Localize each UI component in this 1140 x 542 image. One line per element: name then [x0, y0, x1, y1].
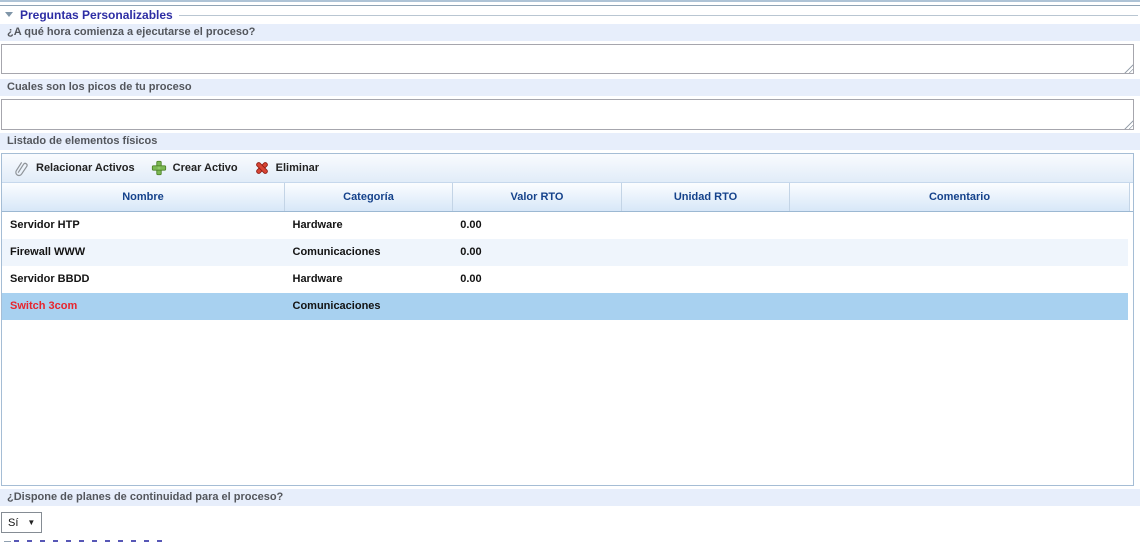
table-row[interactable]: Firewall WWWComunicaciones0.00 — [2, 239, 1128, 266]
cell-valor_rto: 0.00 — [452, 239, 621, 266]
table-row[interactable]: Servidor BBDDHardware0.00 — [2, 266, 1128, 293]
column-header-unidad-rto[interactable]: Unidad RTO — [622, 183, 790, 211]
question-label-process-peaks: Cuales son los picos de tu proceso — [0, 79, 1140, 96]
continuity-select[interactable]: Sí ▼ — [1, 512, 42, 533]
delete-x-icon — [254, 160, 270, 176]
cell-nombre: Servidor HTP — [2, 212, 285, 239]
cell-nombre: Switch 3com — [2, 293, 285, 320]
continuity-select-value: Sí — [8, 517, 18, 529]
cell-comentario — [789, 266, 1128, 293]
column-header-categoria[interactable]: Categoría — [285, 183, 453, 211]
assets-grid: Relacionar Activos Crear Activo — [1, 153, 1134, 486]
delete-label: Eliminar — [276, 162, 319, 174]
create-asset-label: Crear Activo — [173, 162, 238, 174]
grid-body: Servidor HTPHardware0.00Firewall WWWComu… — [2, 212, 1133, 485]
section-legend: Preguntas Personalizables — [0, 6, 1140, 23]
continuity-question-label: ¿Dispone de planes de continuidad para e… — [0, 489, 1140, 506]
relate-assets-button[interactable]: Relacionar Activos — [8, 158, 142, 179]
question-textarea-start-time[interactable] — [1, 44, 1134, 74]
column-header-comentario[interactable]: Comentario — [790, 183, 1130, 211]
cell-nombre: Firewall WWW — [2, 239, 285, 266]
legend-rule — [179, 15, 1138, 16]
next-section-cutoff — [0, 537, 1140, 542]
paperclip-icon — [13, 160, 30, 177]
cell-nombre: Servidor BBDD — [2, 266, 285, 293]
assets-list-label: Listado de elementos físicos — [0, 133, 1140, 150]
cell-unidad_rto — [621, 239, 789, 266]
cell-valor_rto: 0.00 — [452, 266, 621, 293]
cell-unidad_rto — [621, 293, 789, 320]
column-header-nombre[interactable]: Nombre — [2, 183, 285, 211]
cell-comentario — [789, 239, 1128, 266]
question-textarea-process-peaks[interactable] — [1, 99, 1134, 130]
question-textarea-start-time-wrap — [1, 44, 1134, 74]
cell-categoria: Comunicaciones — [285, 239, 453, 266]
cell-categoria: Hardware — [285, 212, 453, 239]
cell-valor_rto — [452, 293, 621, 320]
cell-unidad_rto — [621, 266, 789, 293]
column-header-valor-rto[interactable]: Valor RTO — [453, 183, 622, 211]
cell-valor_rto: 0.00 — [452, 212, 621, 239]
chevron-down-icon: ▼ — [27, 518, 35, 527]
question-textarea-process-peaks-wrap — [1, 99, 1134, 130]
top-border-strip — [0, 0, 1140, 2]
header-scrollbar-gutter — [1130, 183, 1133, 211]
cell-comentario — [789, 293, 1128, 320]
table-row[interactable]: Switch 3comComunicaciones — [2, 293, 1128, 320]
cell-categoria: Comunicaciones — [285, 293, 453, 320]
relate-assets-label: Relacionar Activos — [36, 162, 135, 174]
cell-unidad_rto — [621, 212, 789, 239]
grid-header: Nombre Categoría Valor RTO Unidad RTO Co… — [2, 183, 1133, 212]
table-row[interactable]: Servidor HTPHardware0.00 — [2, 212, 1128, 239]
cell-comentario — [789, 212, 1128, 239]
collapse-arrow-icon[interactable] — [5, 12, 13, 17]
delete-button[interactable]: Eliminar — [249, 158, 326, 178]
assets-toolbar: Relacionar Activos Crear Activo — [2, 154, 1133, 183]
cell-categoria: Hardware — [285, 266, 453, 293]
plus-icon — [151, 160, 167, 176]
question-label-start-time: ¿A qué hora comienza a ejecutarse el pro… — [0, 24, 1140, 41]
create-asset-button[interactable]: Crear Activo — [146, 158, 245, 178]
section-title: Preguntas Personalizables — [20, 8, 173, 22]
